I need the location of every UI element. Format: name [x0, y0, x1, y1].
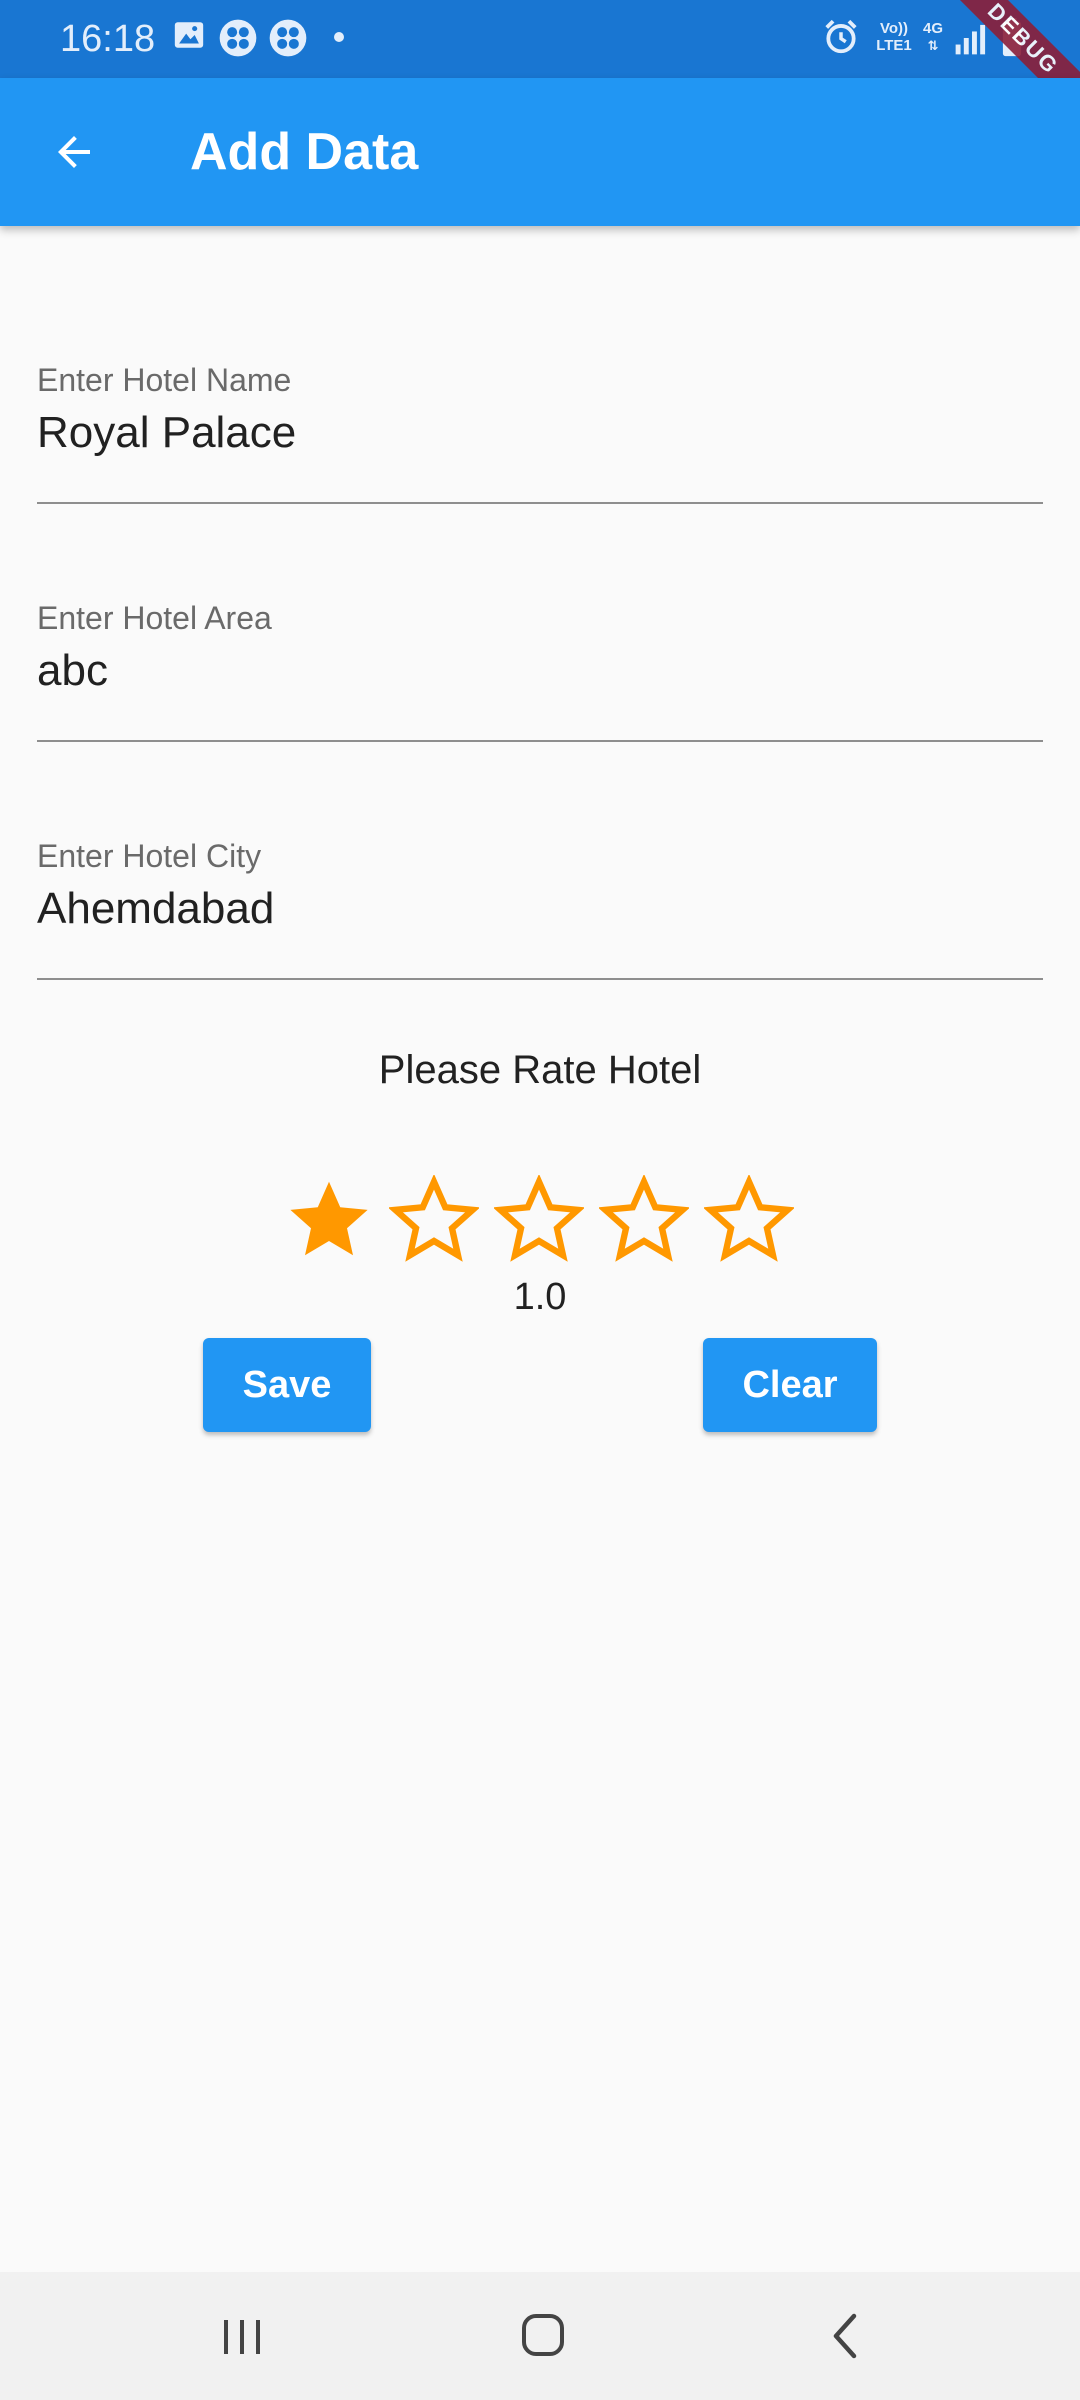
pinwheel-icon — [269, 19, 307, 57]
star-4-icon[interactable] — [597, 1173, 691, 1265]
volte-bottom: LTE1 — [876, 37, 912, 54]
back-icon[interactable] — [806, 2306, 886, 2366]
network-type-label: 4G — [922, 20, 943, 37]
back-button[interactable] — [36, 118, 112, 186]
star-2-icon[interactable] — [387, 1173, 481, 1265]
volte-label: Vo)) LTE1 — [868, 20, 920, 54]
status-time: 16:18 — [60, 18, 156, 60]
save-button[interactable]: Save — [203, 1338, 371, 1432]
star-5-icon[interactable] — [702, 1173, 796, 1265]
image-icon — [174, 22, 204, 48]
alarm-icon — [825, 19, 857, 54]
data-arrows-icon: ⇅ — [927, 38, 939, 53]
home-icon[interactable] — [504, 2306, 584, 2366]
status-bar: 16:18 Vo)) LTE1 4G ⇅ DEBUG — [0, 0, 1080, 133]
volte-top: Vo)) — [879, 20, 909, 37]
system-nav-bar — [0, 2272, 1080, 2400]
clear-button[interactable]: Clear — [703, 1338, 877, 1432]
hotel-city-input[interactable] — [37, 878, 1037, 940]
hotel-area-field[interactable]: Enter Hotel Area — [37, 598, 1043, 742]
star-3-icon[interactable] — [492, 1173, 586, 1265]
pinwheel-icon — [219, 19, 257, 57]
rating-value: 1.0 — [513, 1276, 567, 1318]
hotel-area-input[interactable] — [37, 640, 1037, 702]
arrow-left-icon — [58, 136, 90, 168]
star-1-icon[interactable] — [284, 1175, 374, 1265]
hotel-area-label: Enter Hotel Area — [37, 600, 272, 636]
network-type: 4G ⇅ — [918, 20, 948, 54]
notification-dot-icon — [334, 32, 344, 42]
app-bar: Add Data — [0, 78, 1080, 226]
hotel-city-label: Enter Hotel City — [37, 838, 262, 874]
recents-icon[interactable] — [202, 2306, 282, 2366]
hotel-name-input[interactable] — [37, 402, 1037, 464]
hotel-name-label: Enter Hotel Name — [37, 362, 292, 398]
hotel-city-field[interactable]: Enter Hotel City — [37, 836, 1043, 980]
hotel-name-field[interactable]: Enter Hotel Name — [37, 360, 1043, 504]
rate-title: Please Rate Hotel — [378, 1048, 702, 1092]
page-title: Add Data — [190, 123, 419, 181]
star-rating[interactable] — [284, 1173, 796, 1265]
